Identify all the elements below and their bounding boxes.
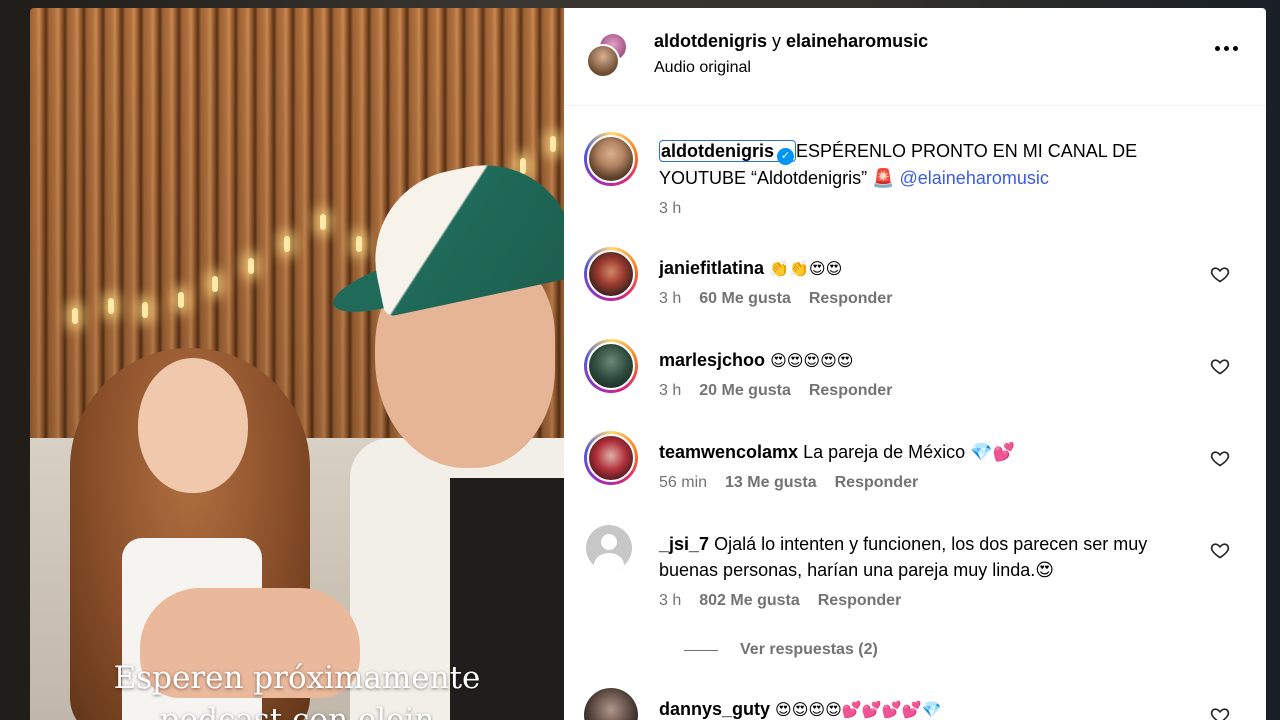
comment-text: _jsi_7 Ojalá lo intenten y funcionen, lo… [659, 531, 1179, 583]
comment-username[interactable]: janiefitlatina [659, 258, 764, 278]
avatar-ring[interactable] [584, 247, 638, 301]
like-heart-icon[interactable] [1210, 356, 1230, 376]
comment-username[interactable]: teamwencolamx [659, 442, 798, 462]
avatar[interactable] [586, 43, 620, 78]
collab-avatars[interactable] [586, 31, 636, 82]
reply-button[interactable]: Responder [818, 592, 902, 610]
header-title: aldotdenigris y elaineharomusic [654, 31, 928, 52]
like-heart-icon[interactable] [1210, 540, 1230, 560]
avatar-ring[interactable] [584, 339, 638, 393]
mention-link[interactable]: @elaineharomusic [900, 168, 1049, 188]
comment-meta: 56 min 13 Me gusta Responder [659, 474, 918, 492]
view-replies-label: Ver respuestas (2) [740, 641, 878, 658]
comment-body: 😍😍😍😍😍 [770, 351, 854, 370]
comment-text: teamwencolamx La pareja de México 💎💕 [659, 439, 1179, 465]
header-user1-link[interactable]: aldotdenigris [654, 31, 767, 51]
comment-body: 👏👏😍😍 [769, 259, 843, 278]
comment-username[interactable]: marlesjchoo [659, 350, 765, 370]
comment-meta: 3 h 20 Me gusta Responder [659, 382, 892, 400]
comment-time[interactable]: 56 min [659, 474, 707, 492]
comment-body: 😍😍😍😍💕💕💕💕💎 [775, 700, 942, 719]
comment-username[interactable]: dannys_guty [659, 699, 770, 719]
comment-meta: 3 h 802 Me gusta Responder [659, 592, 901, 610]
comment-text: janiefitlatina 👏👏😍😍 [659, 255, 1179, 282]
comment-body: La pareja de México 💎💕 [803, 442, 1015, 462]
like-heart-icon[interactable] [1210, 448, 1230, 468]
view-replies-button[interactable]: Ver respuestas (2) [684, 641, 878, 659]
comment-text: dannys_guty 😍😍😍😍💕💕💕💕💎 [659, 696, 1179, 720]
comment-time[interactable]: 3 h [659, 382, 681, 400]
video-caption-line1: Esperen próximamente [113, 660, 481, 696]
comment-meta: 3 h 60 Me gusta Responder [659, 290, 892, 308]
comment-likes[interactable]: 60 Me gusta [699, 290, 791, 308]
comment-likes[interactable]: 20 Me gusta [699, 382, 791, 400]
avatar-ring[interactable] [584, 431, 638, 485]
audio-link[interactable]: Audio original [654, 59, 928, 77]
comment-time[interactable]: 3 h [659, 592, 681, 610]
avatar-default-icon[interactable] [586, 525, 632, 571]
more-options-icon[interactable] [1215, 46, 1238, 51]
comment-time[interactable]: 3 h [659, 290, 681, 308]
post-caption-text: aldotdenigris ✓ ESPÉRENLO PRONTO EN MI CAN… [659, 138, 1179, 191]
post-meta: 3 h [659, 200, 681, 218]
replies-divider [684, 649, 718, 651]
avatar[interactable] [584, 688, 638, 720]
like-heart-icon[interactable] [1210, 264, 1230, 284]
comments-panel: aldotdenigris y elaineharomusic Audio or… [564, 8, 1266, 720]
reply-button[interactable]: Responder [809, 382, 893, 400]
post-username-link[interactable]: aldotdenigris ✓ [659, 140, 797, 165]
comment-username[interactable]: _jsi_7 [659, 534, 709, 554]
comment-text: marlesjchoo 😍😍😍😍😍 [659, 347, 1179, 374]
avatar-ring[interactable] [584, 132, 638, 186]
verified-badge-icon: ✓ [777, 148, 795, 165]
video-person-left-face [138, 358, 248, 493]
header-text: aldotdenigris y elaineharomusic Audio or… [654, 31, 928, 77]
comment-body: Ojalá lo intenten y funcionen, los dos p… [659, 534, 1148, 580]
video-caption-line2: podcast con elein [159, 702, 435, 720]
like-heart-icon[interactable] [1210, 705, 1230, 720]
comment-likes[interactable]: 13 Me gusta [725, 474, 817, 492]
comment-likes[interactable]: 802 Me gusta [699, 592, 799, 610]
header-user2-link[interactable]: elaineharomusic [786, 31, 928, 51]
reply-button[interactable]: Responder [809, 290, 893, 308]
post-header: aldotdenigris y elaineharomusic Audio or… [564, 8, 1266, 106]
reply-button[interactable]: Responder [835, 474, 919, 492]
reel-video[interactable]: Esperen próximamente podcast con elein [30, 8, 564, 720]
header-joiner: y [772, 30, 782, 51]
post-time[interactable]: 3 h [659, 200, 681, 218]
post-modal: Esperen próximamente podcast con elein a… [30, 8, 1266, 720]
